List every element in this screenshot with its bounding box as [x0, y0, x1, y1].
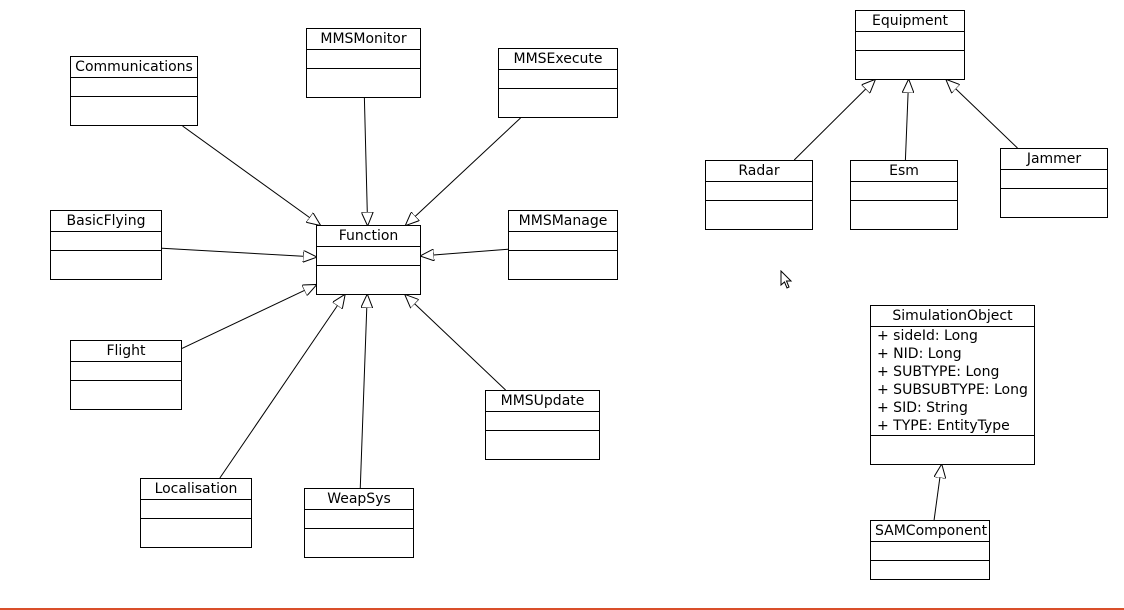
class-title: Radar	[706, 161, 812, 182]
class-mmsmanage[interactable]: MMSManage	[508, 210, 618, 280]
class-title: MMSUpdate	[486, 391, 599, 412]
class-title: BasicFlying	[51, 211, 161, 232]
class-operations	[51, 251, 161, 269]
generalization-samcomponent-to-simulationobject	[934, 465, 942, 520]
class-attributes	[706, 182, 812, 201]
class-attributes	[305, 510, 413, 529]
class-operations	[706, 201, 812, 219]
class-operations	[307, 69, 420, 87]
class-attribute: + TYPE: EntityType	[871, 417, 1034, 435]
class-operations	[71, 381, 181, 399]
class-attributes: + sideId: Long+ NID: Long+ SUBTYPE: Long…	[871, 327, 1034, 436]
class-operations	[317, 266, 420, 284]
class-title: Jammer	[1001, 149, 1107, 170]
class-operations	[871, 561, 989, 579]
class-attributes	[71, 362, 181, 381]
class-attribute: + SUBTYPE: Long	[871, 363, 1034, 381]
class-operations	[486, 431, 599, 449]
class-operations	[509, 251, 617, 269]
class-attributes	[856, 32, 964, 51]
class-operations	[1001, 189, 1107, 207]
class-communications[interactable]: Communications	[70, 56, 198, 126]
class-title: Function	[317, 226, 420, 247]
class-title: MMSManage	[509, 211, 617, 232]
class-weapsys[interactable]: WeapSys	[304, 488, 414, 558]
class-samcomponent[interactable]: SAMComponent	[870, 520, 990, 580]
class-title: SAMComponent	[871, 521, 989, 542]
class-function[interactable]: Function	[316, 225, 421, 295]
class-attribute: + NID: Long	[871, 345, 1034, 363]
generalization-mmsupdate-to-function	[405, 295, 505, 390]
generalization-mmsmonitor-to-function	[364, 98, 367, 225]
generalization-esm-to-equipment	[905, 80, 908, 160]
class-attributes	[1001, 170, 1107, 189]
class-attributes	[307, 50, 420, 69]
class-radar[interactable]: Radar	[705, 160, 813, 230]
generalization-localisation-to-function	[220, 295, 345, 478]
class-equipment[interactable]: Equipment	[855, 10, 965, 80]
class-jammer[interactable]: Jammer	[1000, 148, 1108, 218]
class-attribute: + sideId: Long	[871, 327, 1034, 345]
class-attributes	[317, 247, 420, 266]
class-title: SimulationObject	[871, 306, 1034, 327]
class-attributes	[509, 232, 617, 251]
class-basicflying[interactable]: BasicFlying	[50, 210, 162, 280]
class-flight[interactable]: Flight	[70, 340, 182, 410]
class-title: Equipment	[856, 11, 964, 32]
class-title: Localisation	[141, 479, 251, 500]
class-attributes	[51, 232, 161, 251]
class-attribute: + SID: String	[871, 399, 1034, 417]
generalization-flight-to-function	[182, 285, 316, 349]
class-attributes	[851, 182, 957, 201]
class-mmsexecute[interactable]: MMSExecute	[498, 48, 618, 118]
class-title: MMSExecute	[499, 49, 617, 70]
class-simulationobject[interactable]: SimulationObject+ sideId: Long+ NID: Lon…	[870, 305, 1035, 465]
class-title: Esm	[851, 161, 957, 182]
class-attributes	[71, 78, 197, 97]
class-attributes	[486, 412, 599, 431]
class-mmsupdate[interactable]: MMSUpdate	[485, 390, 600, 460]
class-operations	[499, 89, 617, 107]
class-operations	[851, 201, 957, 219]
mouse-cursor-icon	[780, 270, 794, 290]
generalization-basicflying-to-function	[162, 248, 316, 257]
class-mmsmonitor[interactable]: MMSMonitor	[306, 28, 421, 98]
class-operations	[141, 519, 251, 537]
generalization-mmsexecute-to-function	[406, 118, 521, 225]
class-operations	[856, 51, 964, 69]
generalization-communications-to-function	[183, 126, 320, 225]
class-attributes	[499, 70, 617, 89]
generalization-weapsys-to-function	[360, 295, 367, 488]
class-title: Communications	[71, 57, 197, 78]
class-attributes	[871, 542, 989, 561]
generalization-radar-to-equipment	[794, 80, 875, 160]
class-attributes	[141, 500, 251, 519]
class-localisation[interactable]: Localisation	[140, 478, 252, 548]
generalization-mmsmanage-to-function	[421, 249, 508, 256]
class-operations	[871, 436, 1034, 460]
class-title: Flight	[71, 341, 181, 362]
class-attribute: + SUBSUBTYPE: Long	[871, 381, 1034, 399]
class-title: WeapSys	[305, 489, 413, 510]
generalization-jammer-to-equipment	[947, 80, 1018, 148]
class-operations	[71, 97, 197, 115]
class-esm[interactable]: Esm	[850, 160, 958, 230]
class-operations	[305, 529, 413, 547]
class-title: MMSMonitor	[307, 29, 420, 50]
